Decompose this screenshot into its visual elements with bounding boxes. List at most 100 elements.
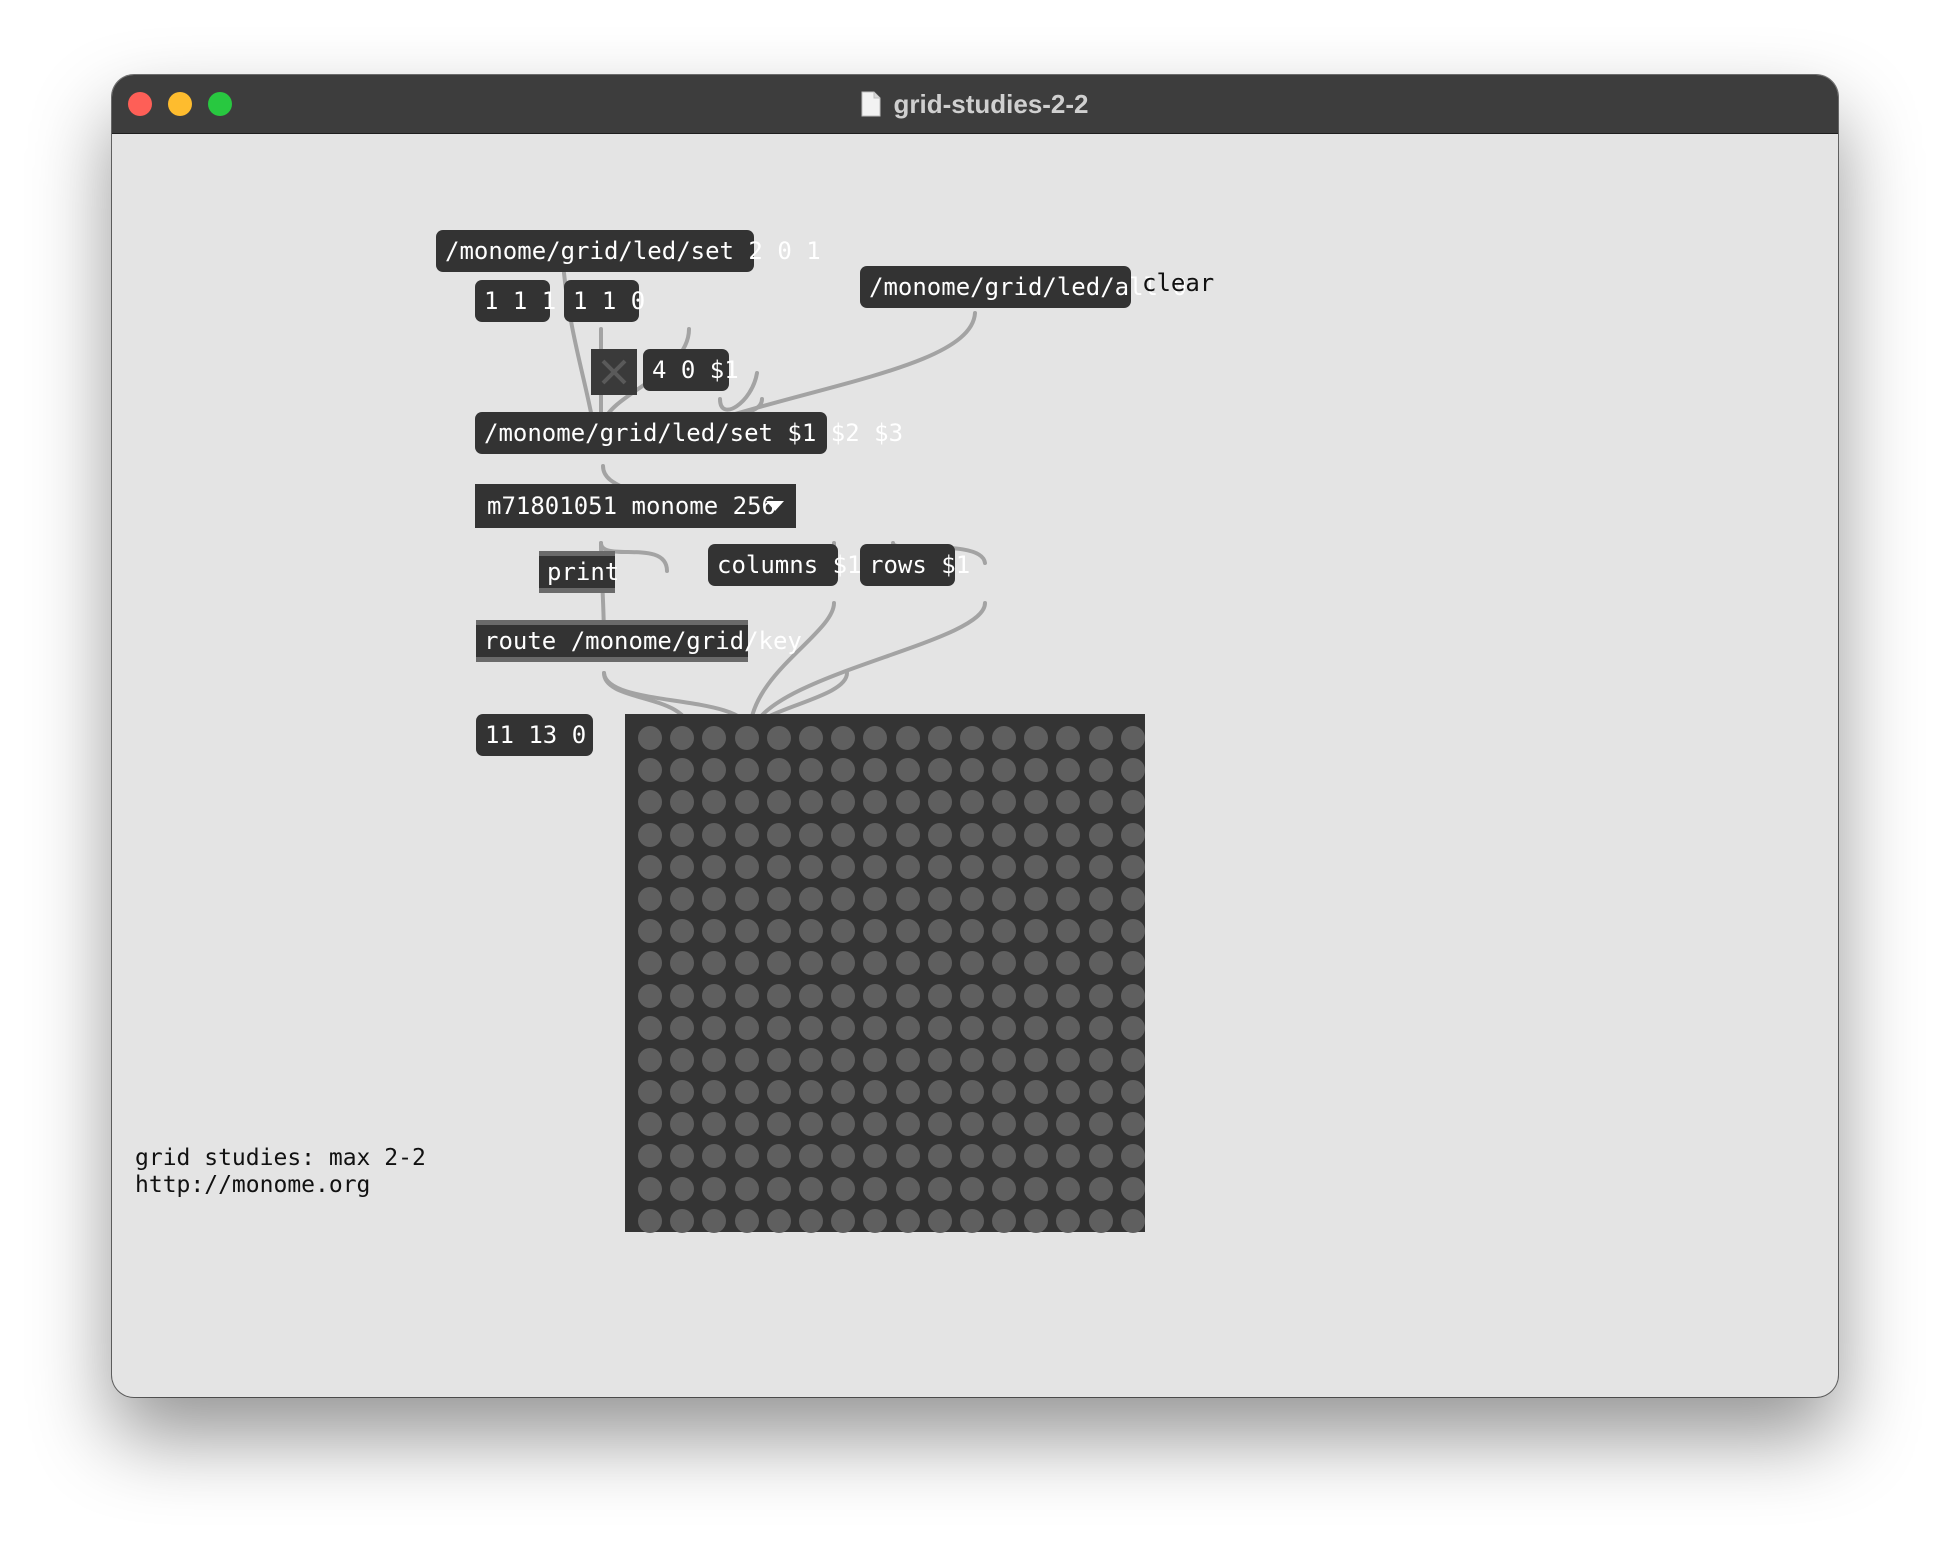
grid-led[interactable]: [702, 854, 727, 879]
grid-led[interactable]: [1120, 983, 1145, 1008]
grid-led[interactable]: [1120, 1047, 1145, 1072]
grid-led[interactable]: [895, 822, 920, 847]
grid-led[interactable]: [798, 1176, 823, 1201]
grid-led[interactable]: [638, 1144, 662, 1169]
grid-led[interactable]: [992, 1144, 1017, 1169]
grid-led[interactable]: [1088, 1144, 1113, 1169]
grid-led[interactable]: [992, 790, 1017, 815]
grid-led[interactable]: [1024, 1080, 1049, 1105]
grid-led[interactable]: [638, 1047, 662, 1072]
grid-led[interactable]: [1120, 758, 1145, 783]
grid-led[interactable]: [766, 758, 791, 783]
grid-led[interactable]: [927, 1015, 952, 1040]
grid-led[interactable]: [638, 983, 662, 1008]
grid-led[interactable]: [831, 951, 856, 976]
grid-led[interactable]: [1024, 854, 1049, 879]
grid-led[interactable]: [959, 1112, 984, 1137]
grid-led[interactable]: [702, 1176, 727, 1201]
grid-led[interactable]: [959, 822, 984, 847]
grid-led[interactable]: [863, 790, 888, 815]
grid-led[interactable]: [766, 854, 791, 879]
grid-led[interactable]: [798, 1144, 823, 1169]
grid-led[interactable]: [638, 1112, 662, 1137]
grid-led[interactable]: [863, 758, 888, 783]
grid-led[interactable]: [895, 951, 920, 976]
grid-led[interactable]: [702, 1112, 727, 1137]
grid-led[interactable]: [863, 886, 888, 911]
grid-led[interactable]: [831, 790, 856, 815]
grid-led[interactable]: [798, 1015, 823, 1040]
grid-led[interactable]: [1056, 758, 1081, 783]
grid-led[interactable]: [1120, 1015, 1145, 1040]
monome-grid[interactable]: [625, 714, 1145, 1233]
grid-led[interactable]: [1056, 1015, 1081, 1040]
grid-led[interactable]: [1088, 1176, 1113, 1201]
device-menu[interactable]: m71801051 monome 256: [475, 484, 796, 528]
message-key-output[interactable]: 11 13 0: [476, 714, 593, 756]
grid-led[interactable]: [702, 951, 727, 976]
grid-led[interactable]: [927, 790, 952, 815]
grid-led[interactable]: [1120, 1144, 1145, 1169]
message-1-1-1[interactable]: 1 1 1: [475, 280, 556, 322]
grid-led[interactable]: [670, 1112, 695, 1137]
grid-led[interactable]: [831, 1176, 856, 1201]
grid-led[interactable]: [638, 726, 662, 750]
grid-led[interactable]: [734, 1176, 759, 1201]
grid-led[interactable]: [1024, 1047, 1049, 1072]
grid-led[interactable]: [702, 726, 727, 750]
grid-led[interactable]: [670, 983, 695, 1008]
grid-led[interactable]: [766, 790, 791, 815]
grid-led[interactable]: [959, 1144, 984, 1169]
grid-led[interactable]: [638, 1208, 662, 1233]
grid-led[interactable]: [1056, 854, 1081, 879]
grid-led[interactable]: [863, 822, 888, 847]
grid-led[interactable]: [638, 919, 662, 944]
grid-led[interactable]: [1088, 951, 1113, 976]
grid-led[interactable]: [702, 1208, 727, 1233]
grid-led[interactable]: [863, 1112, 888, 1137]
message-4-0-arg[interactable]: 4 0 $1: [643, 349, 739, 391]
message-columns[interactable]: columns $1: [708, 544, 862, 586]
grid-led[interactable]: [1120, 790, 1145, 815]
grid-led[interactable]: [702, 886, 727, 911]
grid-led[interactable]: [734, 1112, 759, 1137]
grid-led[interactable]: [895, 1112, 920, 1137]
grid-led[interactable]: [959, 983, 984, 1008]
grid-led[interactable]: [670, 854, 695, 879]
grid-led[interactable]: [863, 951, 888, 976]
grid-led[interactable]: [798, 726, 823, 750]
message-rows[interactable]: rows $1: [860, 544, 970, 586]
grid-led[interactable]: [1120, 1080, 1145, 1105]
grid-led[interactable]: [638, 951, 662, 976]
grid-led[interactable]: [670, 1208, 695, 1233]
grid-led[interactable]: [702, 1080, 727, 1105]
grid-led[interactable]: [992, 1015, 1017, 1040]
grid-led[interactable]: [702, 919, 727, 944]
grid-led[interactable]: [734, 919, 759, 944]
grid-led[interactable]: [638, 822, 662, 847]
grid-led[interactable]: [734, 1015, 759, 1040]
grid-led[interactable]: [1024, 1144, 1049, 1169]
grid-led[interactable]: [1056, 919, 1081, 944]
grid-led[interactable]: [895, 1015, 920, 1040]
grid-led[interactable]: [992, 886, 1017, 911]
grid-led[interactable]: [1056, 1080, 1081, 1105]
grid-led[interactable]: [1088, 1112, 1113, 1137]
grid-led[interactable]: [670, 1080, 695, 1105]
grid-led[interactable]: [1120, 886, 1145, 911]
grid-led[interactable]: [927, 1176, 952, 1201]
grid-led[interactable]: [863, 1015, 888, 1040]
grid-led[interactable]: [1056, 983, 1081, 1008]
grid-led[interactable]: [1120, 919, 1145, 944]
grid-led[interactable]: [831, 854, 856, 879]
grid-led[interactable]: [670, 1144, 695, 1169]
grid-led[interactable]: [831, 919, 856, 944]
grid-led[interactable]: [670, 726, 695, 750]
grid-led[interactable]: [670, 758, 695, 783]
grid-led[interactable]: [1088, 983, 1113, 1008]
grid-led[interactable]: [895, 1176, 920, 1201]
grid-led[interactable]: [1120, 854, 1145, 879]
grid-led[interactable]: [1120, 822, 1145, 847]
grid-led[interactable]: [927, 1112, 952, 1137]
grid-led[interactable]: [992, 1176, 1017, 1201]
